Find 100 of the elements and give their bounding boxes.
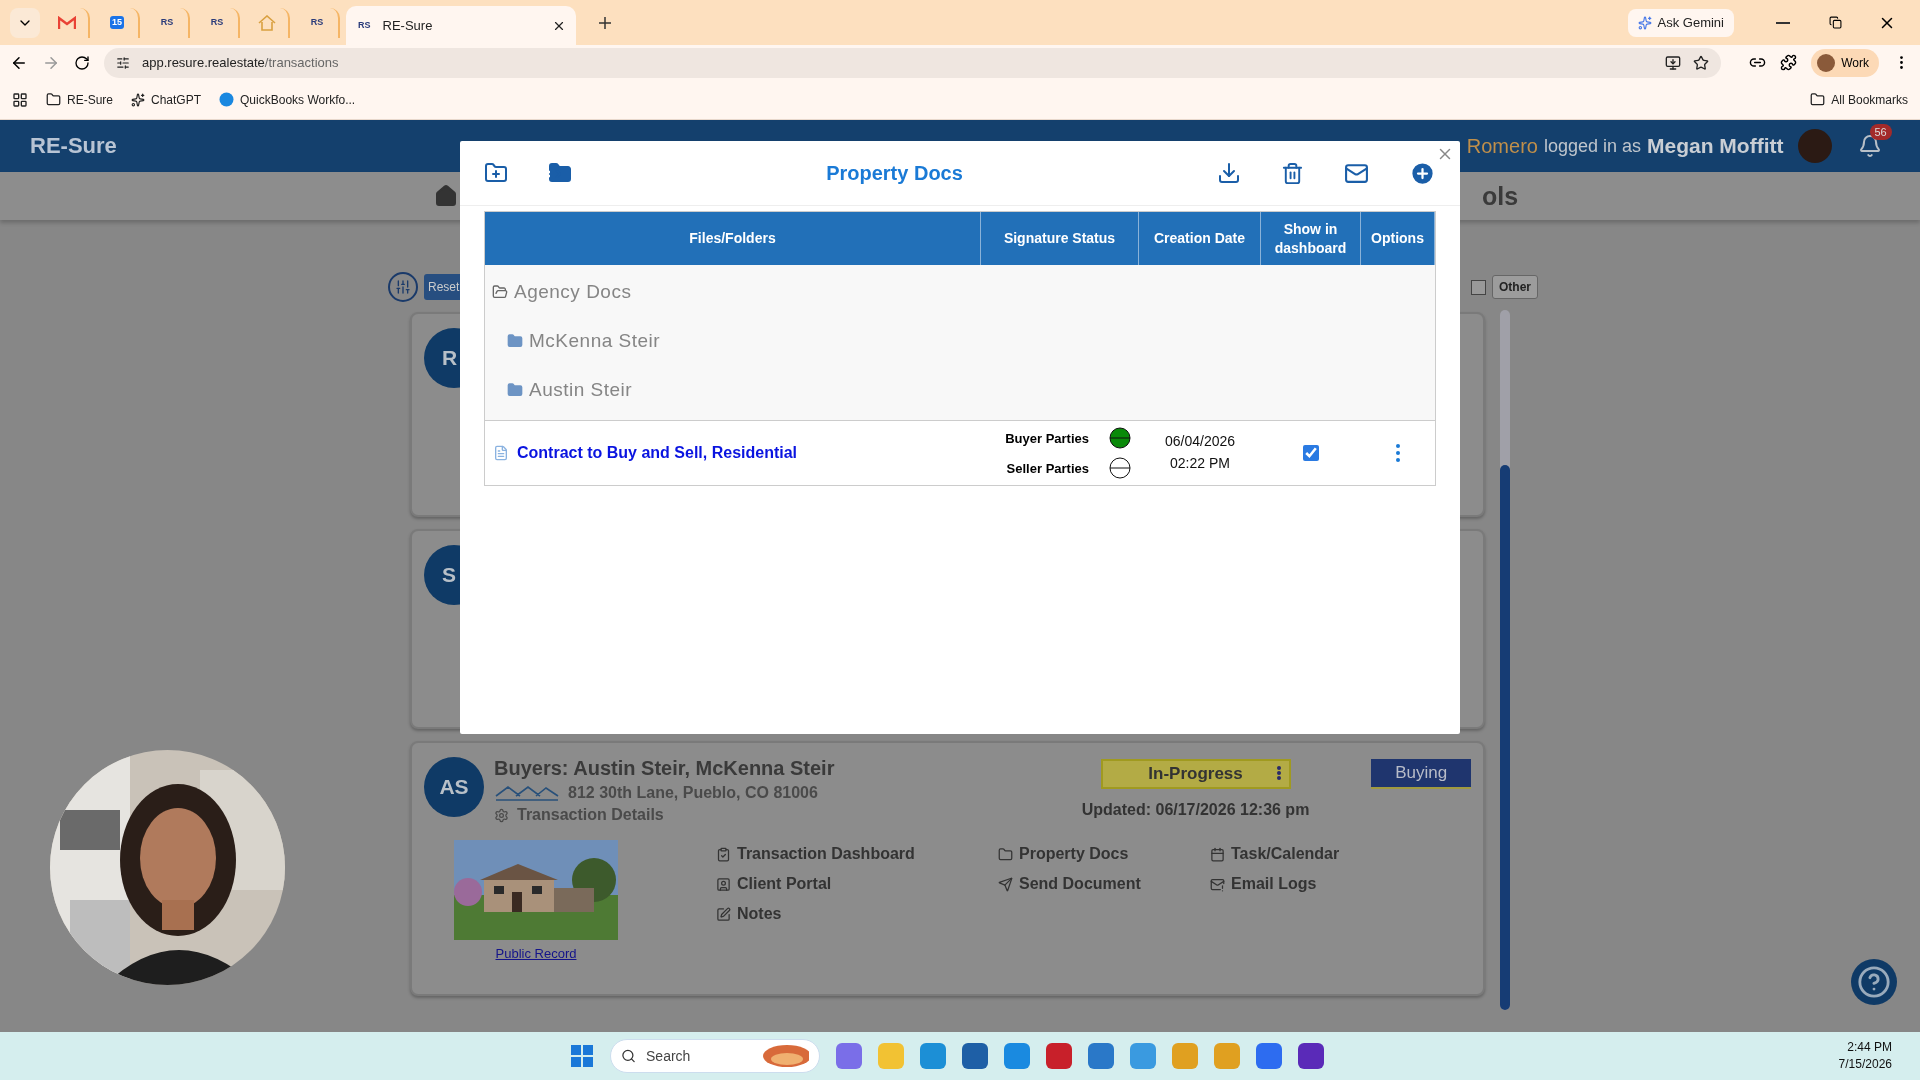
help-icon bbox=[1857, 965, 1891, 999]
avatar: AS bbox=[424, 757, 484, 817]
folder-name[interactable]: Agency Docs bbox=[514, 280, 632, 303]
profile-avatar bbox=[1817, 53, 1836, 72]
send-icon bbox=[998, 876, 1013, 892]
updated-date: Updated: 06/17/2026 12:36 pm bbox=[1081, 801, 1310, 819]
document-link[interactable]: Contract to Buy and Sell, Residential bbox=[517, 444, 798, 462]
folder-icon bbox=[998, 846, 1013, 862]
site-settings-icon[interactable] bbox=[116, 55, 130, 70]
browser-tab[interactable]: RS bbox=[296, 7, 340, 38]
mail-icon bbox=[58, 15, 76, 30]
restore-icon bbox=[1828, 16, 1842, 29]
transaction-link[interactable]: Transaction Dashboard bbox=[716, 845, 998, 863]
download-button[interactable] bbox=[1217, 161, 1241, 185]
more-icon bbox=[1396, 444, 1400, 462]
user-name: Megan Moffitt bbox=[1647, 134, 1784, 158]
mail-icon bbox=[1210, 876, 1225, 892]
logged-in-label: logged in as bbox=[1543, 135, 1641, 157]
status-button[interactable]: In-Progress bbox=[1100, 759, 1291, 789]
all-bookmarks[interactable]: All Bookmarks bbox=[1810, 92, 1908, 107]
folder-icon bbox=[46, 92, 61, 107]
browser-tab[interactable]: RS RE-Sure bbox=[346, 6, 576, 45]
move-folder-button[interactable] bbox=[548, 161, 572, 185]
help-button[interactable] bbox=[1851, 959, 1897, 1005]
circle-icon bbox=[219, 92, 235, 107]
plus-icon bbox=[598, 15, 612, 30]
filter-button[interactable] bbox=[388, 272, 418, 302]
bookmark[interactable]: ChatGPT bbox=[131, 92, 202, 107]
folder-plus-icon bbox=[484, 161, 508, 185]
folder-icon bbox=[1810, 92, 1826, 107]
folder-name[interactable]: Austin Steir bbox=[529, 378, 633, 401]
user-name: Romero bbox=[1466, 134, 1538, 158]
creation-date: 06/04/2026 02:22 PM bbox=[1164, 432, 1236, 473]
other-button[interactable]: Other bbox=[1492, 275, 1538, 299]
role-button[interactable]: Buying bbox=[1371, 759, 1471, 789]
dialog-title: Property Docs bbox=[825, 161, 964, 185]
browser-tab[interactable]: 15 bbox=[96, 7, 140, 38]
transaction-link[interactable]: Email Logs bbox=[1210, 875, 1410, 893]
calendar-icon bbox=[1210, 846, 1225, 862]
gear-icon bbox=[494, 807, 509, 823]
folder-name[interactable]: McKenna Steir bbox=[529, 329, 661, 352]
apps-icon[interactable] bbox=[12, 91, 28, 108]
clock-date: 7/15/2026 bbox=[1838, 1057, 1892, 1071]
public-record-link[interactable]: Public Record bbox=[495, 946, 577, 961]
search-field[interactable]: Search bbox=[644, 1047, 755, 1065]
taskbar-search[interactable]: Search bbox=[610, 1039, 820, 1073]
rs-icon: RS bbox=[158, 16, 176, 29]
scrollbar[interactable] bbox=[1500, 310, 1510, 1010]
transaction-title: Buyers: Austin Steir, McKenna Steir bbox=[494, 757, 836, 780]
logo[interactable]: RE-Sure bbox=[30, 133, 117, 159]
browser-tab[interactable]: RS bbox=[196, 7, 240, 38]
clock-time: 2:44 PM bbox=[1847, 1040, 1892, 1054]
rs-icon: RS bbox=[356, 19, 373, 32]
folder-arrow-icon bbox=[548, 161, 572, 185]
bookmark[interactable]: QuickBooks Workfo... bbox=[219, 92, 356, 107]
notification-badge: 56 bbox=[1869, 124, 1892, 140]
rs-icon: RS bbox=[308, 16, 326, 29]
trash-icon bbox=[1281, 161, 1304, 185]
delete-button[interactable] bbox=[1281, 161, 1304, 185]
houses-logo-drawing bbox=[494, 784, 560, 802]
pencil-icon bbox=[716, 906, 731, 922]
checkbox[interactable] bbox=[1471, 279, 1486, 295]
address-bar[interactable]: app.resure.realestate/transactions bbox=[104, 47, 1722, 78]
clipboard-icon bbox=[716, 846, 731, 862]
more-icon bbox=[1276, 766, 1281, 780]
url-text[interactable]: app.resure.realestate/transactions bbox=[142, 55, 339, 70]
transaction-link[interactable]: Send Document bbox=[998, 875, 1210, 893]
home-icon[interactable] bbox=[434, 184, 458, 208]
options-button[interactable] bbox=[1396, 444, 1400, 462]
rs-icon: RS bbox=[208, 16, 226, 29]
dashboard-checkbox[interactable] bbox=[1303, 445, 1319, 461]
house-icon bbox=[258, 14, 276, 31]
transaction-link[interactable]: Property Docs bbox=[998, 845, 1210, 863]
party-label: Buyer Parties bbox=[1005, 430, 1089, 446]
party-label: Seller Parties bbox=[1006, 460, 1089, 476]
transaction-link[interactable]: Notes bbox=[716, 905, 998, 923]
document-icon bbox=[493, 445, 509, 461]
tab-list-button[interactable] bbox=[10, 7, 40, 38]
install-icon[interactable] bbox=[1665, 54, 1682, 71]
search-icon bbox=[621, 1048, 637, 1064]
profile-button[interactable]: Work bbox=[1811, 48, 1879, 77]
calendar-icon: 15 bbox=[110, 16, 124, 29]
portal-icon bbox=[716, 876, 731, 892]
bell-icon[interactable] bbox=[1857, 134, 1882, 158]
new-folder-button[interactable] bbox=[484, 161, 508, 185]
nav-label[interactable]: ols bbox=[1482, 181, 1519, 211]
transaction-link[interactable]: Client Portal bbox=[716, 875, 998, 893]
bookmark[interactable]: RE-Sure bbox=[46, 92, 113, 107]
reload-icon[interactable] bbox=[74, 54, 90, 71]
extensions-icon[interactable] bbox=[1780, 54, 1798, 71]
star-icon[interactable] bbox=[1693, 54, 1710, 71]
download-icon bbox=[1217, 161, 1241, 185]
transaction-link[interactable]: Task/Calendar bbox=[1210, 845, 1410, 863]
minimize-icon bbox=[1776, 21, 1790, 24]
sliders-icon bbox=[395, 279, 411, 295]
browser-tab[interactable]: RS bbox=[146, 7, 190, 38]
sparkle-icon bbox=[1637, 15, 1652, 30]
property-address: 812 30th Lane, Pueblo, CO 81006 bbox=[568, 784, 818, 802]
ask-gemini-button[interactable]: Ask Gemini bbox=[1627, 8, 1734, 37]
start-icon[interactable] bbox=[570, 1044, 594, 1068]
